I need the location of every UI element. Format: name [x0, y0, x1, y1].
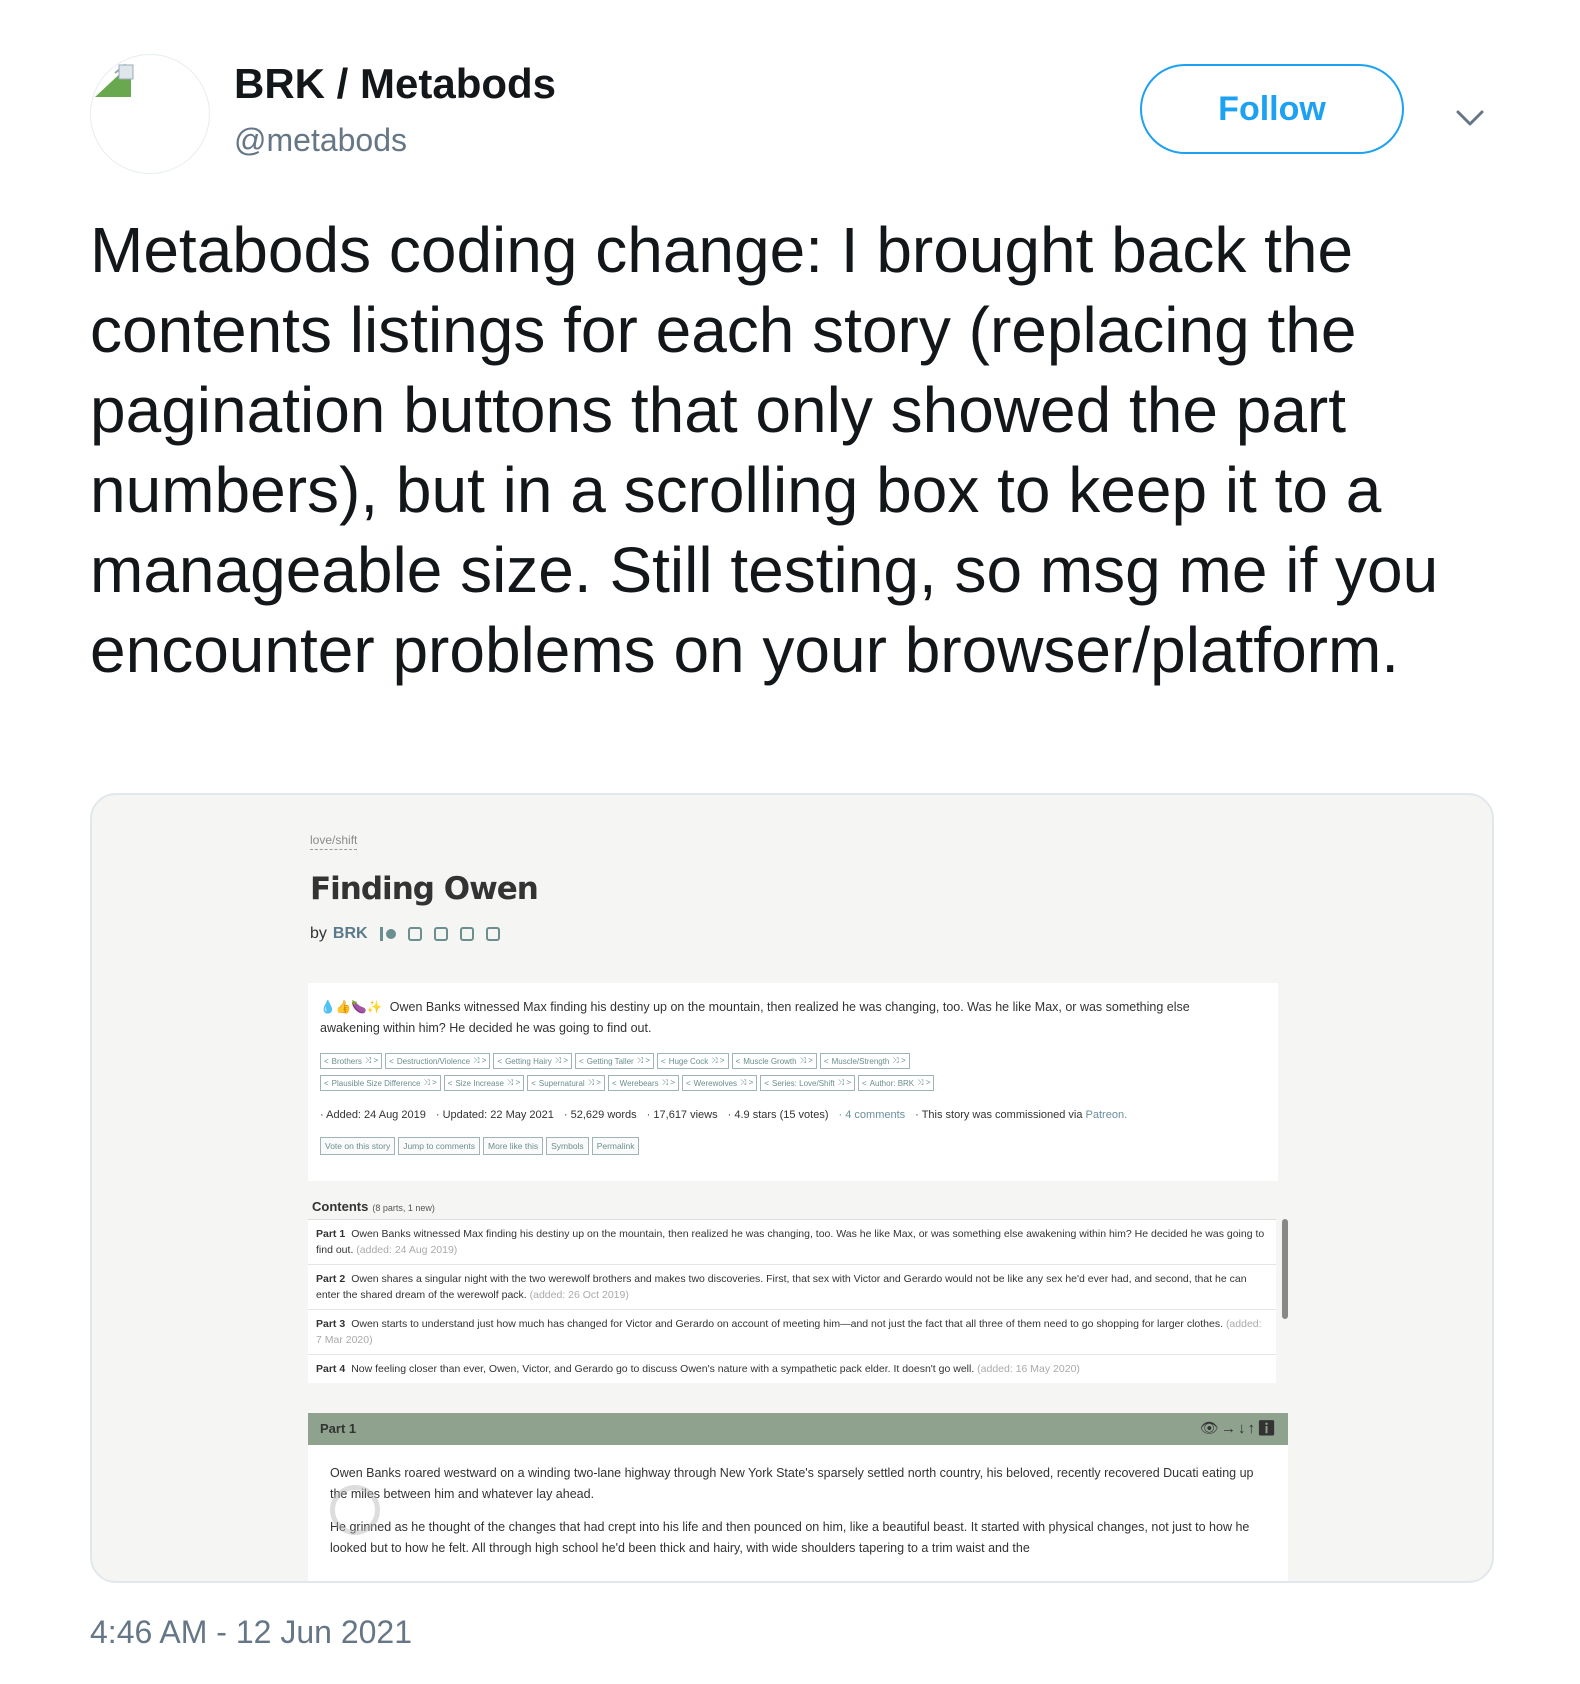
- contents-list-item: Part 2 Owen shares a singular night with …: [308, 1265, 1276, 1310]
- tag: < Plausible Size Difference ⤨ >: [320, 1075, 441, 1091]
- avatar[interactable]: [90, 54, 210, 174]
- part-nav-icons: 👁→↓↑ℹ: [1199, 1420, 1278, 1437]
- facebook-icon: [459, 927, 474, 941]
- contents-scrollbar: [1282, 1219, 1288, 1319]
- tag: < Author: BRK ⤨ >: [858, 1075, 935, 1091]
- tweet-timestamp[interactable]: 4:46 AM - 12 Jun 2021: [90, 1614, 412, 1651]
- display-name[interactable]: BRK / Metabods: [234, 60, 556, 108]
- story-action-buttons: Vote on this story Jump to comments More l…: [320, 1137, 640, 1155]
- body-paragraph: Owen Banks roared westward on a winding …: [330, 1466, 1254, 1501]
- tweet-text: Metabods coding change: I brought back t…: [90, 214, 1439, 686]
- byline: by BRK: [310, 925, 500, 943]
- tag: < Getting Taller ⤨ >: [575, 1053, 655, 1069]
- word-count: · 52,629 words: [563, 1109, 637, 1121]
- chevron-down-icon[interactable]: [1452, 100, 1488, 136]
- loading-spinner-icon: [330, 1485, 380, 1535]
- contents-list-item: Part 1 Owen Banks witnessed Max finding h…: [308, 1220, 1276, 1265]
- tag-row: < Brothers ⤨ > < Destruction/Violence ⤨ > < Get…: [320, 1053, 1260, 1069]
- breadcrumb: love/shift: [310, 833, 358, 850]
- patreon-icon: [379, 927, 396, 941]
- updated-date: · Updated: 22 May 2021: [435, 1109, 554, 1121]
- story-page-screenshot: love/shift Finding Owen by BRK 💧👍🍆✨ Owen…: [92, 795, 1492, 1581]
- rating-icons: 💧👍🍆✨: [320, 1000, 383, 1014]
- tag: < Brothers ⤨ >: [320, 1053, 383, 1069]
- view-count: · 17,617 views: [646, 1109, 718, 1121]
- contents-heading: Contents (8 parts, 1 new): [312, 1199, 435, 1214]
- commission-note: · This story was commissioned via Patreo…: [915, 1109, 1128, 1121]
- tag: < Werewolves ⤨ >: [681, 1075, 758, 1091]
- contents-meta: (8 parts, 1 new): [372, 1203, 435, 1213]
- story-action-button: Vote on this story: [320, 1137, 396, 1155]
- twitter-icon: [433, 927, 448, 941]
- tag-row: < Plausible Size Difference ⤨ > < Size Incre…: [320, 1075, 1260, 1091]
- by-label: by: [310, 925, 327, 942]
- part-header-bar: Part 1 👁→↓↑ℹ: [308, 1413, 1288, 1445]
- contents-scroll-box: Part 1 Owen Banks witnessed Max finding h…: [308, 1219, 1276, 1383]
- story-info-box: 💧👍🍆✨ Owen Banks witnessed Max finding hi…: [308, 983, 1278, 1181]
- tag: < Supernatural ⤨ >: [527, 1075, 605, 1091]
- tag-list: < Brothers ⤨ > < Destruction/Violence ⤨ > < Get…: [320, 1053, 1260, 1097]
- part-header-label: Part 1: [320, 1421, 357, 1436]
- story-action-button: More like this: [483, 1137, 544, 1155]
- tag: < Series: Love/Shift ⤨ >: [760, 1075, 855, 1091]
- tag: < Huge Cock ⤨ >: [657, 1053, 729, 1069]
- story-stats: · Added: 24 Aug 2019 · Updated: 22 May 2…: [320, 1109, 1127, 1121]
- story-action-button: Permalink: [591, 1137, 640, 1155]
- summary-text: Owen Banks witnessed Max finding his des…: [320, 1000, 1190, 1035]
- broken-image-icon: [95, 63, 134, 97]
- instagram-icon: [485, 927, 500, 941]
- comments-link: · 4 comments: [838, 1109, 906, 1121]
- story-summary: 💧👍🍆✨ Owen Banks witnessed Max finding hi…: [320, 997, 1250, 1039]
- tag: < Size Increase ⤨ >: [443, 1075, 525, 1091]
- story-action-button: Jump to comments: [398, 1137, 481, 1155]
- tag: < Muscle Growth ⤨ >: [731, 1053, 817, 1069]
- star-rating: · 4.9 stars (15 votes): [727, 1109, 829, 1121]
- contents-list-item: Part 3 Owen starts to understand just how…: [308, 1310, 1276, 1355]
- tag: < Destruction/Violence ⤨ >: [385, 1053, 491, 1069]
- tag: < Muscle/Strength ⤨ >: [819, 1053, 910, 1069]
- story-title: Finding Owen: [310, 871, 539, 907]
- author-name: BRK: [332, 925, 368, 942]
- tag: < Werebears ⤨ >: [607, 1075, 679, 1091]
- email-icon: [407, 927, 422, 941]
- added-date: · Added: 24 Aug 2019: [320, 1109, 426, 1121]
- story-action-button: Symbols: [546, 1137, 589, 1155]
- user-handle[interactable]: @metabods: [234, 122, 407, 159]
- part-body: Owen Banks roared westward on a winding …: [308, 1445, 1288, 1581]
- tweet-media-image[interactable]: love/shift Finding Owen by BRK 💧👍🍆✨ Owen…: [90, 793, 1494, 1583]
- body-paragraph: He grinned as he thought of the changes …: [330, 1520, 1250, 1555]
- contents-list-item: Part 4 Now feeling closer than ever, Owen…: [308, 1355, 1276, 1383]
- tag: < Getting Hairy ⤨ >: [493, 1053, 573, 1069]
- patreon-link: Patreon.: [1085, 1109, 1128, 1121]
- follow-button[interactable]: Follow: [1140, 64, 1404, 154]
